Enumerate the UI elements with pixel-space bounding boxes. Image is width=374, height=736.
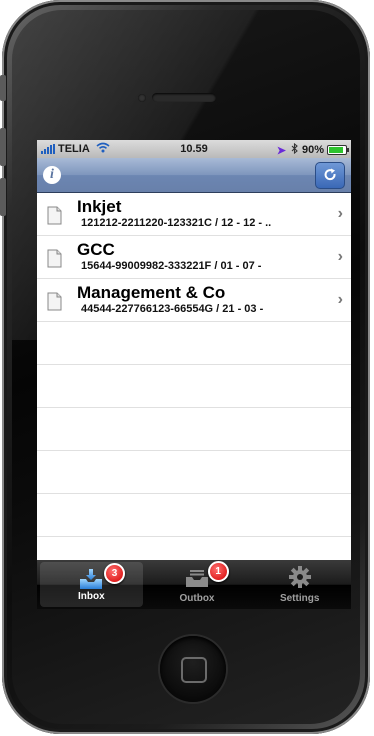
document-icon	[47, 249, 62, 268]
tab-inbox[interactable]: 3 Inbox	[40, 562, 143, 607]
chevron-right-icon: ›	[337, 291, 343, 308]
screen: TELIA 10.59 ➤ 90% i Inkjet 121212-221122…	[37, 140, 351, 609]
inbox-tray-icon	[80, 569, 103, 589]
navigation-bar: i	[37, 158, 351, 193]
document-icon	[47, 206, 62, 225]
empty-row	[37, 322, 351, 365]
chevron-right-icon: ›	[337, 205, 343, 222]
list-item[interactable]: GCC 15644-99009982-333221F / 01 - 07 - ›	[37, 236, 351, 279]
list-item[interactable]: Inkjet 121212-2211220-123321C / 12 - 12 …	[37, 193, 351, 236]
status-bar: TELIA 10.59 ➤ 90%	[37, 140, 351, 158]
document-subtitle: 121212-2211220-123321C / 12 - 12 - ..	[81, 217, 272, 229]
document-title: GCC	[77, 240, 115, 259]
list-item[interactable]: Management & Co 44544-227766123-66554G /…	[37, 279, 351, 322]
document-subtitle: 15644-99009982-333221F / 01 - 07 -	[81, 260, 262, 272]
document-title: Inkjet	[77, 197, 122, 216]
document-subtitle: 44544-227766123-66554G / 21 - 03 -	[81, 303, 264, 315]
volume-down-button	[0, 178, 6, 216]
tab-bar: 3 Inbox 1 Outbox Settings	[37, 560, 351, 609]
tab-settings[interactable]: Settings	[248, 560, 351, 609]
front-camera	[138, 94, 146, 102]
tab-label-inbox: Inbox	[78, 591, 105, 602]
empty-row	[37, 408, 351, 451]
refresh-button[interactable]	[315, 162, 345, 189]
home-square-icon	[181, 657, 207, 683]
battery-percent: 90%	[301, 144, 324, 156]
empty-row	[37, 494, 351, 537]
outbox-tray-icon	[186, 570, 208, 587]
chevron-right-icon: ›	[337, 248, 343, 265]
document-title: Management & Co	[77, 283, 226, 302]
tab-label-outbox: Outbox	[179, 593, 215, 604]
volume-up-button	[0, 128, 6, 166]
battery-icon	[327, 145, 349, 155]
inbox-badge: 3	[104, 563, 125, 584]
gear-icon	[288, 566, 311, 588]
document-list: Inkjet 121212-2211220-123321C / 12 - 12 …	[37, 193, 351, 580]
earpiece-speaker	[152, 93, 216, 102]
document-icon	[47, 292, 62, 311]
tab-label-settings: Settings	[279, 593, 320, 604]
info-icon[interactable]: i	[43, 166, 61, 184]
mute-switch	[0, 75, 6, 101]
empty-row	[37, 365, 351, 408]
refresh-icon	[324, 168, 336, 181]
home-button[interactable]	[160, 636, 226, 702]
bluetooth-icon	[291, 142, 298, 157]
tab-outbox[interactable]: 1 Outbox	[146, 560, 249, 609]
outbox-badge: 1	[207, 561, 229, 582]
location-arrow-icon: ➤	[276, 144, 286, 157]
empty-row	[37, 451, 351, 494]
